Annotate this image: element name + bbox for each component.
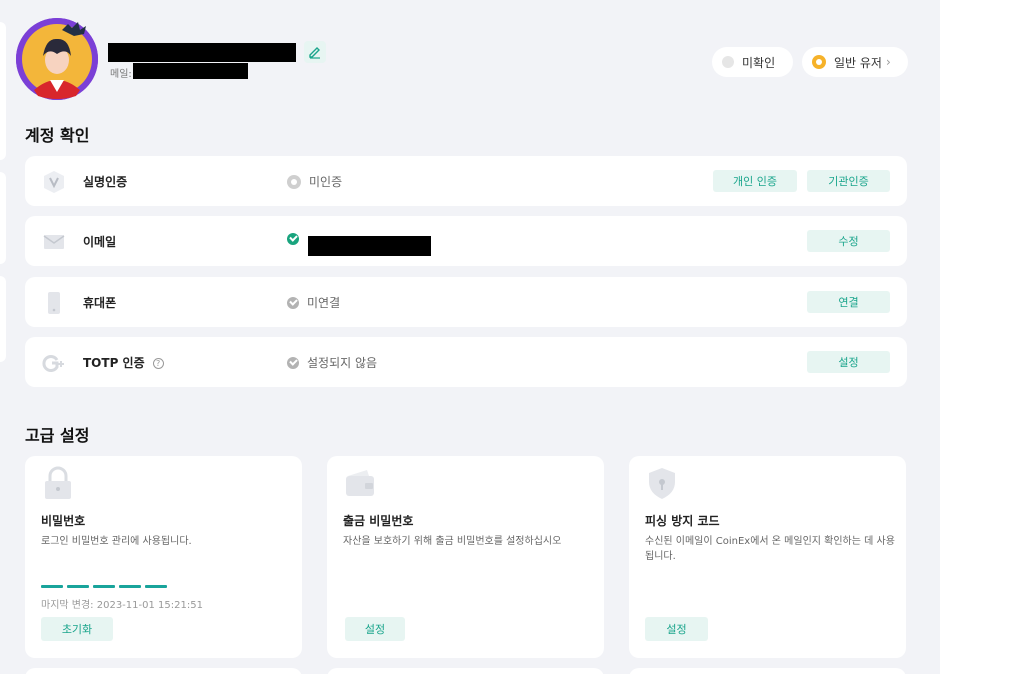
- card-password: 비밀번호 로그인 비밀번호 관리에 사용됩니다. 마지막 변경: 2023-11…: [25, 456, 302, 658]
- password-strength-bar: [41, 585, 167, 588]
- card-title: 피싱 방지 코드: [645, 514, 720, 528]
- card-withdraw-password: 출금 비밀번호 자산을 보호하기 위해 출금 비밀번호를 설정하십시오 설정: [327, 456, 604, 658]
- row-label: 휴대폰: [83, 296, 117, 310]
- email-value-redacted: [308, 236, 431, 256]
- row-realname: 실명인증 미인증 개인 인증 기관인증: [25, 156, 907, 206]
- section-title-account: 계정 확인: [25, 126, 90, 145]
- personal-verify-button[interactable]: 개인 인증: [713, 170, 797, 192]
- page: 메일: 미확인 일반 유저 › 계정 확인 실명인증 미인증 개인 인증 기관인…: [0, 0, 940, 674]
- card-description: 자산을 보호하기 위해 출금 비밀번호를 설정하십시오: [343, 536, 562, 547]
- avatar[interactable]: [16, 18, 98, 100]
- chevron-right-icon: ›: [885, 55, 891, 69]
- verification-badge-label: 미확인: [742, 55, 776, 70]
- unverified-icon: [722, 56, 734, 68]
- card-partial: [25, 668, 302, 674]
- row-label: TOTP 인증?: [83, 354, 164, 371]
- verification-badge[interactable]: 미확인: [712, 47, 793, 77]
- shield-icon: [645, 466, 679, 500]
- check-icon: [287, 356, 299, 369]
- card-title: 비밀번호: [41, 514, 86, 528]
- section-title-advanced: 고급 설정: [25, 426, 90, 445]
- phone-icon: [41, 290, 67, 316]
- help-icon[interactable]: ?: [152, 358, 164, 369]
- user-level-label: 일반 유저: [834, 55, 882, 70]
- row-label: 이메일: [83, 235, 117, 249]
- sidebar-panel: [0, 172, 6, 264]
- row-label: 실명인증: [83, 175, 128, 189]
- card-title: 출금 비밀번호: [343, 514, 414, 528]
- card-description: 수신된 이메일이 CoinEx에서 온 메일인지 확인하는 데 사용됩니다.: [645, 536, 895, 562]
- connect-phone-button[interactable]: 연결: [807, 291, 890, 313]
- setup-withdraw-password-button[interactable]: 설정: [345, 617, 405, 641]
- row-status: 미연결: [287, 294, 340, 311]
- lock-icon: [41, 466, 75, 500]
- edit-name-button[interactable]: [304, 41, 326, 63]
- user-level-badge[interactable]: 일반 유저 ›: [802, 47, 908, 77]
- email-redacted: [133, 63, 248, 79]
- row-status: [287, 233, 307, 245]
- status-text: 미연결: [307, 296, 341, 310]
- institution-verify-button[interactable]: 기관인증: [807, 170, 890, 192]
- google-auth-icon: [41, 350, 67, 376]
- check-icon: [287, 233, 299, 245]
- sidebar-panel: [0, 276, 6, 362]
- row-totp: TOTP 인증? 설정되지 않음 설정: [25, 337, 907, 387]
- check-icon: [287, 296, 299, 309]
- row-status: 설정되지 않음: [287, 354, 377, 371]
- avatar-illustration: [16, 18, 98, 100]
- sidebar-panel: [0, 22, 6, 160]
- reset-password-button[interactable]: 초기화: [41, 617, 113, 641]
- wallet-icon: [343, 466, 377, 500]
- row-phone: 휴대폰 미연결 연결: [25, 277, 907, 327]
- card-description: 로그인 비밀번호 관리에 사용됩니다.: [41, 536, 192, 547]
- v-badge-icon: [41, 169, 67, 195]
- setup-antiphishing-button[interactable]: 설정: [645, 617, 708, 641]
- card-antiphishing: 피싱 방지 코드 수신된 이메일이 CoinEx에서 온 메일인지 확인하는 데…: [629, 456, 906, 658]
- edit-email-button[interactable]: 수정: [807, 230, 890, 252]
- last-changed-time: 마지막 변경: 2023-11-01 15:21:51: [41, 600, 203, 611]
- gear-icon: [287, 174, 301, 189]
- user-level-icon: [812, 55, 826, 69]
- email-label: 메일:: [110, 69, 132, 80]
- card-partial: [327, 668, 604, 674]
- setup-totp-button[interactable]: 설정: [807, 351, 890, 373]
- pencil-icon: [309, 47, 320, 59]
- envelope-icon: [41, 229, 67, 255]
- status-text: 설정되지 않음: [307, 356, 378, 370]
- card-partial: [629, 668, 906, 674]
- row-status: 미인증: [287, 173, 342, 190]
- row-email: 이메일 수정: [25, 216, 907, 266]
- status-text: 미인증: [309, 175, 343, 189]
- username-redacted: [108, 43, 296, 62]
